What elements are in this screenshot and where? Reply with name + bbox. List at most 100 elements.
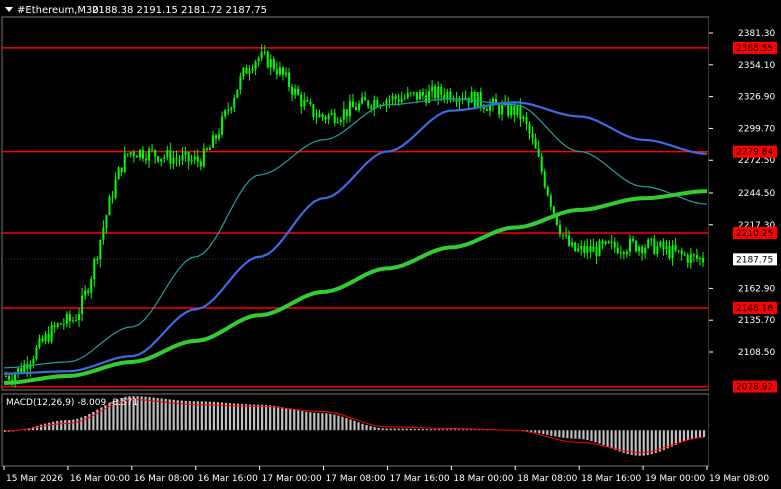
price-tick-label: 2299.70	[738, 124, 775, 134]
candle-body	[473, 91, 476, 107]
symbol-label: #Ethereum,M30	[17, 5, 99, 16]
candle-body	[126, 153, 129, 155]
level-tag-label: 2210.25	[736, 229, 773, 239]
candle-body	[668, 246, 671, 259]
time-tick-label: 16 Mar 00:00	[70, 474, 130, 484]
candle-body	[425, 95, 428, 103]
candle-body	[625, 251, 628, 255]
candle-body	[108, 196, 111, 216]
candle-body	[327, 114, 330, 120]
candle-body	[695, 255, 698, 259]
candle-body	[540, 156, 543, 172]
candle-body	[47, 333, 50, 342]
price-tick-label: 2162.90	[738, 284, 775, 294]
candle-body	[561, 234, 564, 236]
price-tick-label: 2135.70	[738, 316, 775, 326]
candle-body	[418, 91, 421, 100]
candle-body	[163, 157, 166, 159]
price-plot-area[interactable]	[1, 16, 710, 391]
candle-body	[166, 150, 169, 158]
candle-body	[248, 70, 251, 74]
candle-body	[498, 104, 501, 115]
candle-body	[169, 150, 172, 164]
candle-body	[574, 242, 577, 252]
candle-body	[129, 152, 132, 155]
candle-body	[452, 99, 455, 101]
candle-body	[148, 149, 151, 161]
candle-body	[650, 238, 653, 240]
candle-body	[230, 107, 233, 110]
time-tick-label: 19 Mar 00:00	[645, 474, 705, 484]
candle-body	[671, 245, 674, 259]
candle-body	[440, 86, 443, 95]
candle-body	[598, 241, 601, 257]
candle-body	[205, 148, 208, 150]
candle-body	[406, 92, 409, 98]
candle-body	[546, 186, 549, 196]
candle-body	[221, 116, 224, 135]
price-axis[interactable]	[709, 17, 781, 466]
candle-body	[437, 86, 440, 99]
candle-body	[662, 241, 665, 250]
candle-body	[431, 86, 434, 92]
candle-body	[32, 359, 35, 365]
price-tick-label: 2108.50	[738, 348, 775, 358]
candle-body	[543, 171, 546, 187]
candle-body	[23, 363, 26, 373]
candle-body	[260, 51, 263, 59]
candle-body	[193, 156, 196, 160]
candle-body	[400, 98, 403, 103]
candle-body	[333, 112, 336, 123]
trading-chart[interactable]: 42.5220.00-41.98 2381.302354.102326.9022…	[0, 0, 781, 489]
candle-body	[391, 95, 394, 100]
candle-body	[84, 290, 87, 296]
candle-body	[565, 234, 568, 236]
candle-body	[111, 196, 114, 198]
candle-body	[123, 153, 126, 173]
candle-body	[501, 104, 504, 115]
candle-body	[8, 376, 11, 380]
level-tag-label: 2146.18	[736, 304, 773, 314]
candle-body	[71, 320, 74, 322]
candle-body	[549, 195, 552, 207]
price-tick-label: 2381.30	[738, 29, 775, 39]
candle-body	[175, 158, 178, 160]
candle-body	[254, 61, 257, 70]
triangle-down-icon[interactable]	[5, 7, 13, 12]
time-tick-label: 15 Mar 2026	[6, 474, 63, 484]
candle-body	[370, 106, 373, 109]
candle-body	[583, 246, 586, 253]
candle-body	[513, 105, 516, 115]
time-axis: 15 Mar 2026 16 Mar 00:00 16 Mar 08:00 16 Ma…	[3, 466, 769, 484]
candle-body	[619, 252, 622, 254]
time-tick-label: 17 Mar 00:00	[262, 474, 322, 484]
candle-body	[689, 254, 692, 263]
candle-body	[607, 241, 610, 243]
candle-body	[56, 323, 59, 327]
candle-body	[568, 235, 571, 246]
candle-body	[592, 246, 595, 252]
time-tick-label: 17 Mar 08:00	[326, 474, 386, 484]
candle-body	[251, 69, 254, 71]
candle-body	[534, 138, 537, 149]
candle-body	[218, 134, 221, 139]
candle-body	[516, 105, 519, 115]
candle-body	[589, 246, 592, 252]
candle-body	[208, 147, 211, 150]
candle-body	[345, 109, 348, 117]
candle-body	[656, 246, 659, 254]
candle-body	[628, 238, 631, 252]
candle-body	[120, 167, 123, 173]
candle-body	[485, 109, 488, 111]
candle-body	[87, 290, 90, 293]
candle-body	[187, 152, 190, 162]
candle-body	[266, 51, 269, 68]
price-tick-label: 2326.90	[738, 93, 775, 103]
level-tag-label: 2279.84	[736, 148, 773, 158]
candle-body	[211, 135, 214, 148]
time-tick-label: 17 Mar 16:00	[389, 474, 449, 484]
candle-body	[367, 100, 370, 107]
candle-body	[105, 215, 108, 228]
candle-body	[351, 101, 354, 108]
candle-body	[53, 325, 56, 327]
